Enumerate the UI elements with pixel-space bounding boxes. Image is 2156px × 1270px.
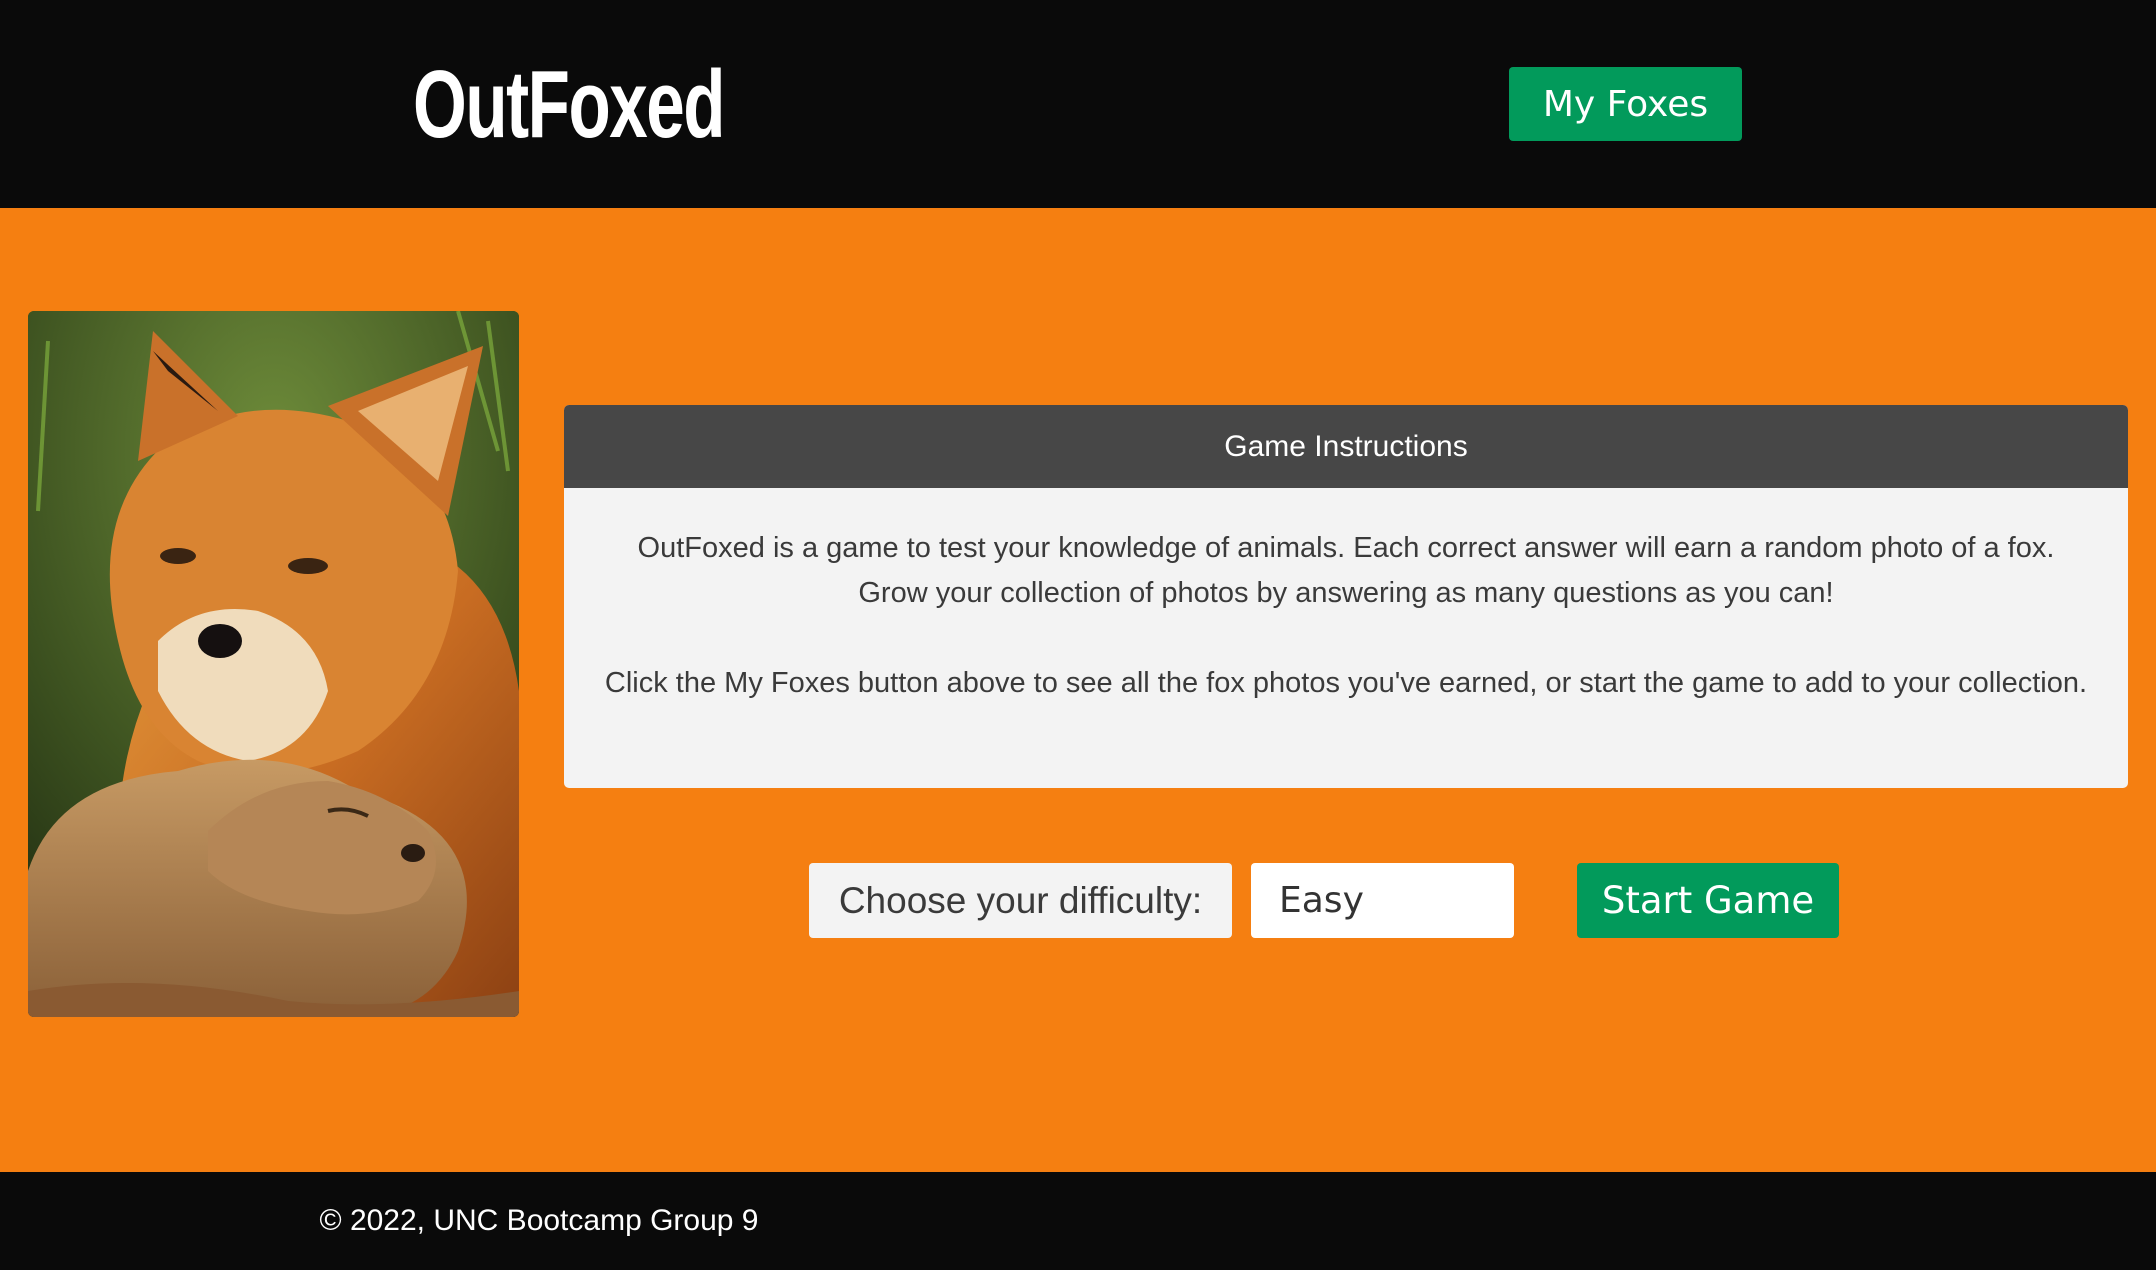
difficulty-label: Choose your difficulty: [809, 863, 1232, 938]
start-game-button[interactable]: Start Game [1577, 863, 1839, 938]
instructions-card: Game Instructions OutFoxed is a game to … [564, 405, 2128, 788]
instructions-paragraph-2: Click the My Foxes button above to see a… [604, 667, 2088, 699]
fox-photo [28, 311, 519, 1017]
site-logo[interactable]: OutFoxed [413, 50, 725, 160]
copyright-text: © 2022, UNC Bootcamp Group 9 [319, 1204, 759, 1237]
instructions-body: OutFoxed is a game to test your knowledg… [564, 488, 2128, 706]
my-foxes-button[interactable]: My Foxes [1509, 67, 1742, 141]
site-footer: © 2022, UNC Bootcamp Group 9 [0, 1172, 2156, 1270]
site-header: OutFoxed My Foxes [0, 0, 2156, 208]
difficulty-select[interactable]: Easy [1251, 863, 1514, 938]
page: OutFoxed My Foxes Game Instructions OutF… [0, 0, 2156, 1270]
instructions-paragraph-1: OutFoxed is a game to test your knowledg… [637, 532, 2055, 609]
instructions-title: Game Instructions [564, 405, 2128, 488]
